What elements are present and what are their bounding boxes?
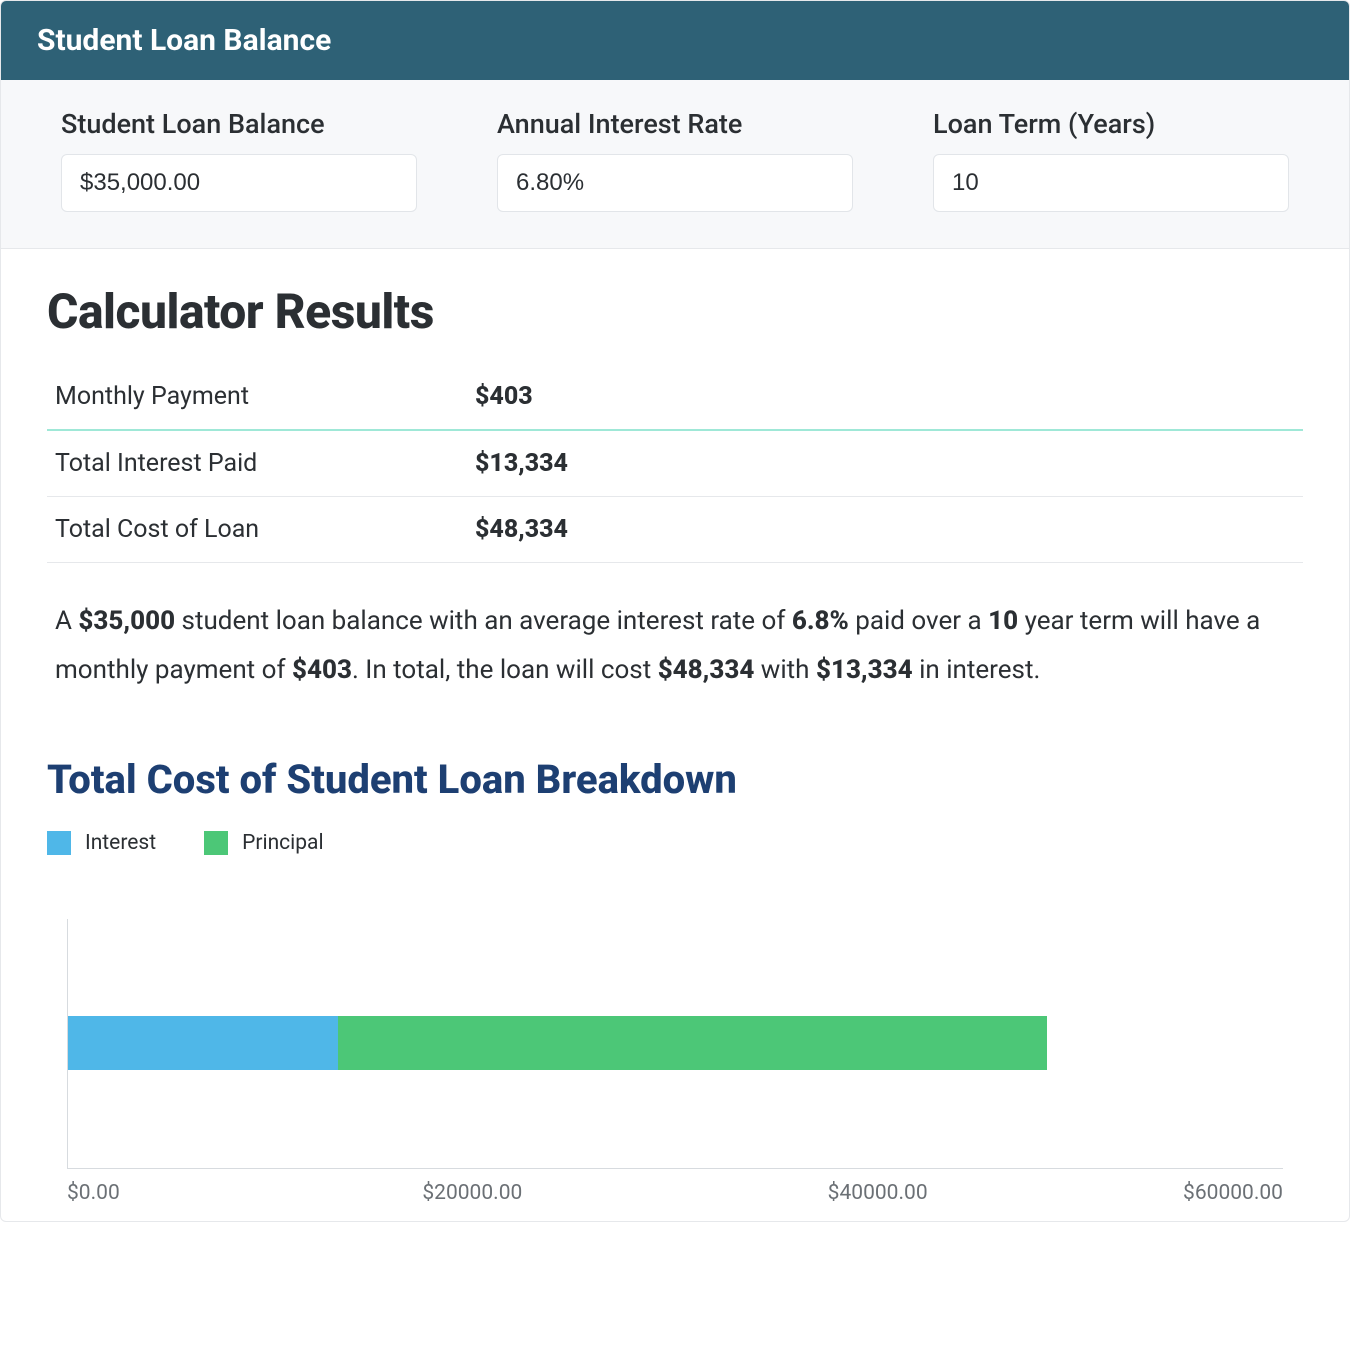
card-title: Student Loan Balance bbox=[37, 23, 331, 58]
legend-item-principal: Principal bbox=[204, 831, 324, 855]
balance-label: Student Loan Balance bbox=[61, 108, 417, 140]
result-label: Total Cost of Loan bbox=[55, 515, 475, 544]
term-input[interactable] bbox=[933, 154, 1289, 212]
chart-legend: Interest Principal bbox=[47, 831, 1303, 855]
bar-segment-principal bbox=[338, 1016, 1047, 1070]
swatch-interest-icon bbox=[47, 831, 71, 855]
balance-input[interactable] bbox=[61, 154, 417, 212]
legend-label-principal: Principal bbox=[242, 831, 324, 855]
chart-x-axis: $0.00 $20000.00 $40000.00 $60000.00 bbox=[67, 1181, 1283, 1221]
result-row-total: Total Cost of Loan $48,334 bbox=[47, 497, 1303, 563]
result-value: $13,334 bbox=[475, 449, 568, 478]
result-label: Monthly Payment bbox=[55, 382, 475, 411]
rate-input[interactable] bbox=[497, 154, 853, 212]
card-header: Student Loan Balance bbox=[1, 1, 1349, 80]
term-label: Loan Term (Years) bbox=[933, 108, 1289, 140]
term-group: Loan Term (Years) bbox=[933, 108, 1289, 212]
rate-label: Annual Interest Rate bbox=[497, 108, 853, 140]
result-row-monthly: Monthly Payment $403 bbox=[47, 364, 1303, 431]
chart-area: $0.00 $20000.00 $40000.00 $60000.00 bbox=[47, 919, 1303, 1221]
results-heading: Calculator Results bbox=[47, 283, 1303, 340]
results-section: Calculator Results Monthly Payment $403 … bbox=[1, 249, 1349, 726]
legend-label-interest: Interest bbox=[85, 831, 156, 855]
bar-segment-interest bbox=[68, 1016, 338, 1070]
chart-plot bbox=[67, 919, 1283, 1169]
results-summary: A $35,000 student loan balance with an a… bbox=[47, 563, 1303, 706]
result-value: $48,334 bbox=[475, 515, 568, 544]
x-tick: $40000.00 bbox=[828, 1181, 928, 1205]
loan-calculator-card: Student Loan Balance Student Loan Balanc… bbox=[0, 0, 1350, 1222]
result-value: $403 bbox=[475, 382, 533, 411]
chart-section: Total Cost of Student Loan Breakdown Int… bbox=[1, 726, 1349, 1221]
x-tick: $20000.00 bbox=[422, 1181, 522, 1205]
rate-group: Annual Interest Rate bbox=[497, 108, 853, 212]
x-tick: $0.00 bbox=[67, 1181, 120, 1205]
balance-group: Student Loan Balance bbox=[61, 108, 417, 212]
swatch-principal-icon bbox=[204, 831, 228, 855]
result-row-interest: Total Interest Paid $13,334 bbox=[47, 431, 1303, 497]
inputs-row: Student Loan Balance Annual Interest Rat… bbox=[1, 80, 1349, 249]
stacked-bar bbox=[68, 1016, 1283, 1070]
x-tick: $60000.00 bbox=[1183, 1181, 1283, 1205]
legend-item-interest: Interest bbox=[47, 831, 156, 855]
result-label: Total Interest Paid bbox=[55, 449, 475, 478]
chart-title: Total Cost of Student Loan Breakdown bbox=[47, 756, 1303, 803]
